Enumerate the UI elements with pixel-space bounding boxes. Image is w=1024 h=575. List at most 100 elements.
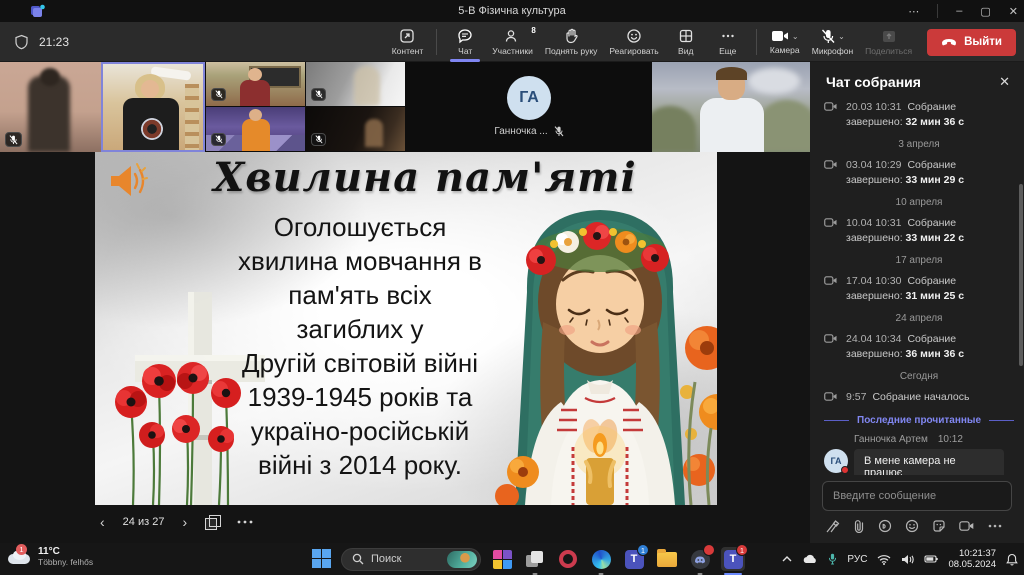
- file-explorer-icon[interactable]: [655, 547, 679, 571]
- taskbar-search[interactable]: Поиск: [341, 548, 481, 571]
- edge-browser-icon[interactable]: [589, 547, 613, 571]
- meeting-event: 20.03 10:31Собрание завершено: 32 мин 36…: [824, 100, 1014, 130]
- widgets-app-icon[interactable]: [490, 547, 514, 571]
- participants-label: Участники: [492, 46, 533, 56]
- onedrive-icon[interactable]: [802, 554, 818, 564]
- search-highlight-image: [447, 551, 477, 568]
- video-clip-icon[interactable]: [959, 520, 975, 532]
- meeting-event: 17.04 10:30Собрание завершено: 31 мин 25…: [824, 274, 1014, 304]
- chevron-down-icon[interactable]: ⌄: [838, 32, 845, 41]
- chat-scrollbar[interactable]: [1019, 184, 1023, 366]
- slide-navigation: ‹ 24 из 27 ›: [100, 514, 253, 530]
- tray-date: 08.05.2024: [948, 559, 996, 570]
- microphone-button[interactable]: ⌄ Микрофон: [807, 22, 858, 62]
- volume-icon[interactable]: [901, 554, 914, 565]
- active-speaker-tile[interactable]: [101, 62, 205, 152]
- more-label: Еще: [719, 46, 736, 56]
- participants-button[interactable]: 8 Участники: [487, 22, 538, 62]
- participant-video-tile[interactable]: [306, 62, 405, 106]
- leave-button[interactable]: Выйти: [927, 29, 1016, 56]
- slide-body-text: Оголошується хвилина мовчання в пам'ять …: [195, 210, 525, 482]
- more-options-icon[interactable]: [988, 524, 1002, 528]
- search-icon: [352, 553, 364, 565]
- more-button[interactable]: Еще: [708, 22, 748, 62]
- presentation-slide[interactable]: Хвилина пам'яті Оголошується хвилина мов…: [95, 152, 717, 505]
- meeting-stage: ГА Ганночка ...: [0, 62, 810, 543]
- participant-avatar-tile[interactable]: ГА Ганночка ...: [406, 62, 652, 152]
- content-button[interactable]: Контент: [387, 22, 429, 62]
- notifications-bell-icon[interactable]: [1006, 553, 1018, 566]
- camera-label: Камера: [770, 45, 800, 55]
- slide-overview-icon[interactable]: [205, 515, 219, 529]
- participants-count-badge: 8: [531, 26, 535, 35]
- format-icon[interactable]: [826, 520, 840, 533]
- meeting-event: 03.04 10:29Собрание завершено: 33 мин 29…: [824, 158, 1014, 188]
- microphone-active-icon[interactable]: [828, 553, 837, 565]
- message-time: 10:12: [938, 434, 963, 445]
- chat-message: ГА В мене камера не працює: [824, 449, 1014, 475]
- meeting-camera-icon: [824, 217, 838, 228]
- participant-video-tile[interactable]: [206, 62, 305, 106]
- mic-muted-icon: [211, 133, 226, 146]
- start-button[interactable]: [312, 549, 332, 569]
- language-indicator[interactable]: РУС: [847, 554, 867, 565]
- sticker-icon[interactable]: [932, 519, 946, 533]
- date-header: 10 апреля: [824, 197, 1014, 208]
- clock[interactable]: 10:21:37 08.05.2024: [948, 548, 996, 570]
- slide-title: Хвилина пам'яті: [165, 154, 685, 201]
- message-input[interactable]: Введите сообщение: [822, 481, 1012, 511]
- camera-button[interactable]: ⌄ Камера: [765, 22, 805, 62]
- discord-app-icon[interactable]: [688, 547, 712, 571]
- raise-hand-button[interactable]: Поднять руку: [540, 22, 603, 62]
- maximize-button[interactable]: ▢: [980, 5, 990, 18]
- previous-slide-button[interactable]: ‹: [100, 514, 105, 530]
- teams-app-icon-active[interactable]: T1: [721, 547, 745, 571]
- participants-strip: ГА Ганночка ...: [0, 62, 810, 152]
- smiley-icon: [626, 28, 642, 44]
- participant-video-tile[interactable]: [306, 107, 405, 151]
- view-button[interactable]: Вид: [666, 22, 706, 62]
- weather-condition: Többny. felhős: [38, 557, 93, 567]
- attach-icon[interactable]: [853, 520, 865, 533]
- view-label: Вид: [678, 46, 693, 56]
- meeting-camera-icon: [824, 391, 838, 402]
- window-more-button[interactable]: ⋯: [908, 5, 919, 18]
- chevron-down-icon[interactable]: ⌄: [792, 32, 799, 41]
- chat-panel-title: Чат собрания: [826, 74, 921, 90]
- close-window-button[interactable]: ✕: [1009, 5, 1018, 18]
- divider: [756, 29, 757, 55]
- mic-muted-icon: [5, 132, 22, 147]
- mic-muted-icon: [311, 88, 326, 101]
- wifi-icon[interactable]: [877, 554, 891, 565]
- share-screen-button: Поделиться: [860, 22, 917, 62]
- search-label: Поиск: [371, 553, 440, 565]
- participant-video-tile[interactable]: [0, 62, 101, 152]
- message-composer: Введите сообщение: [810, 475, 1024, 543]
- task-view-icon[interactable]: [523, 547, 547, 571]
- tray-expand-icon[interactable]: [782, 556, 792, 562]
- slide-position: 24 из 27: [123, 516, 165, 528]
- teams-chat-app-icon[interactable]: T1: [622, 547, 646, 571]
- chat-button[interactable]: Чат: [445, 22, 485, 62]
- minimize-button[interactable]: –: [956, 5, 962, 17]
- weather-widget[interactable]: 1 11°C Többny. felhős: [8, 546, 93, 567]
- meeting-timer: 21:23: [39, 35, 69, 49]
- speaker-icon: [107, 162, 149, 200]
- teams-meeting-window: 5-В Фізична культура ⋯ – ▢ ✕ 21:23 Конте…: [0, 0, 1024, 575]
- chat-message-list[interactable]: 20.03 10:31Собрание завершено: 32 мин 36…: [810, 98, 1024, 475]
- battery-icon[interactable]: [924, 554, 938, 564]
- opera-browser-icon[interactable]: [556, 547, 580, 571]
- react-button[interactable]: Реагировать: [604, 22, 663, 62]
- slide-more-icon[interactable]: [237, 520, 253, 524]
- participant-name: Ганночка ...: [494, 126, 547, 137]
- loop-icon[interactable]: [878, 519, 892, 533]
- avatar: ГА: [507, 76, 551, 120]
- message-bubble[interactable]: В мене камера не працює: [854, 449, 1004, 475]
- emoji-icon[interactable]: [905, 519, 919, 533]
- next-slide-button[interactable]: ›: [182, 514, 187, 530]
- close-chat-icon[interactable]: ✕: [999, 74, 1010, 90]
- message-meta: Ганночка Артем10:12: [854, 434, 1014, 445]
- participant-video-tile[interactable]: [652, 62, 810, 152]
- participant-video-tile[interactable]: [206, 107, 305, 151]
- mic-muted-icon: [554, 126, 564, 137]
